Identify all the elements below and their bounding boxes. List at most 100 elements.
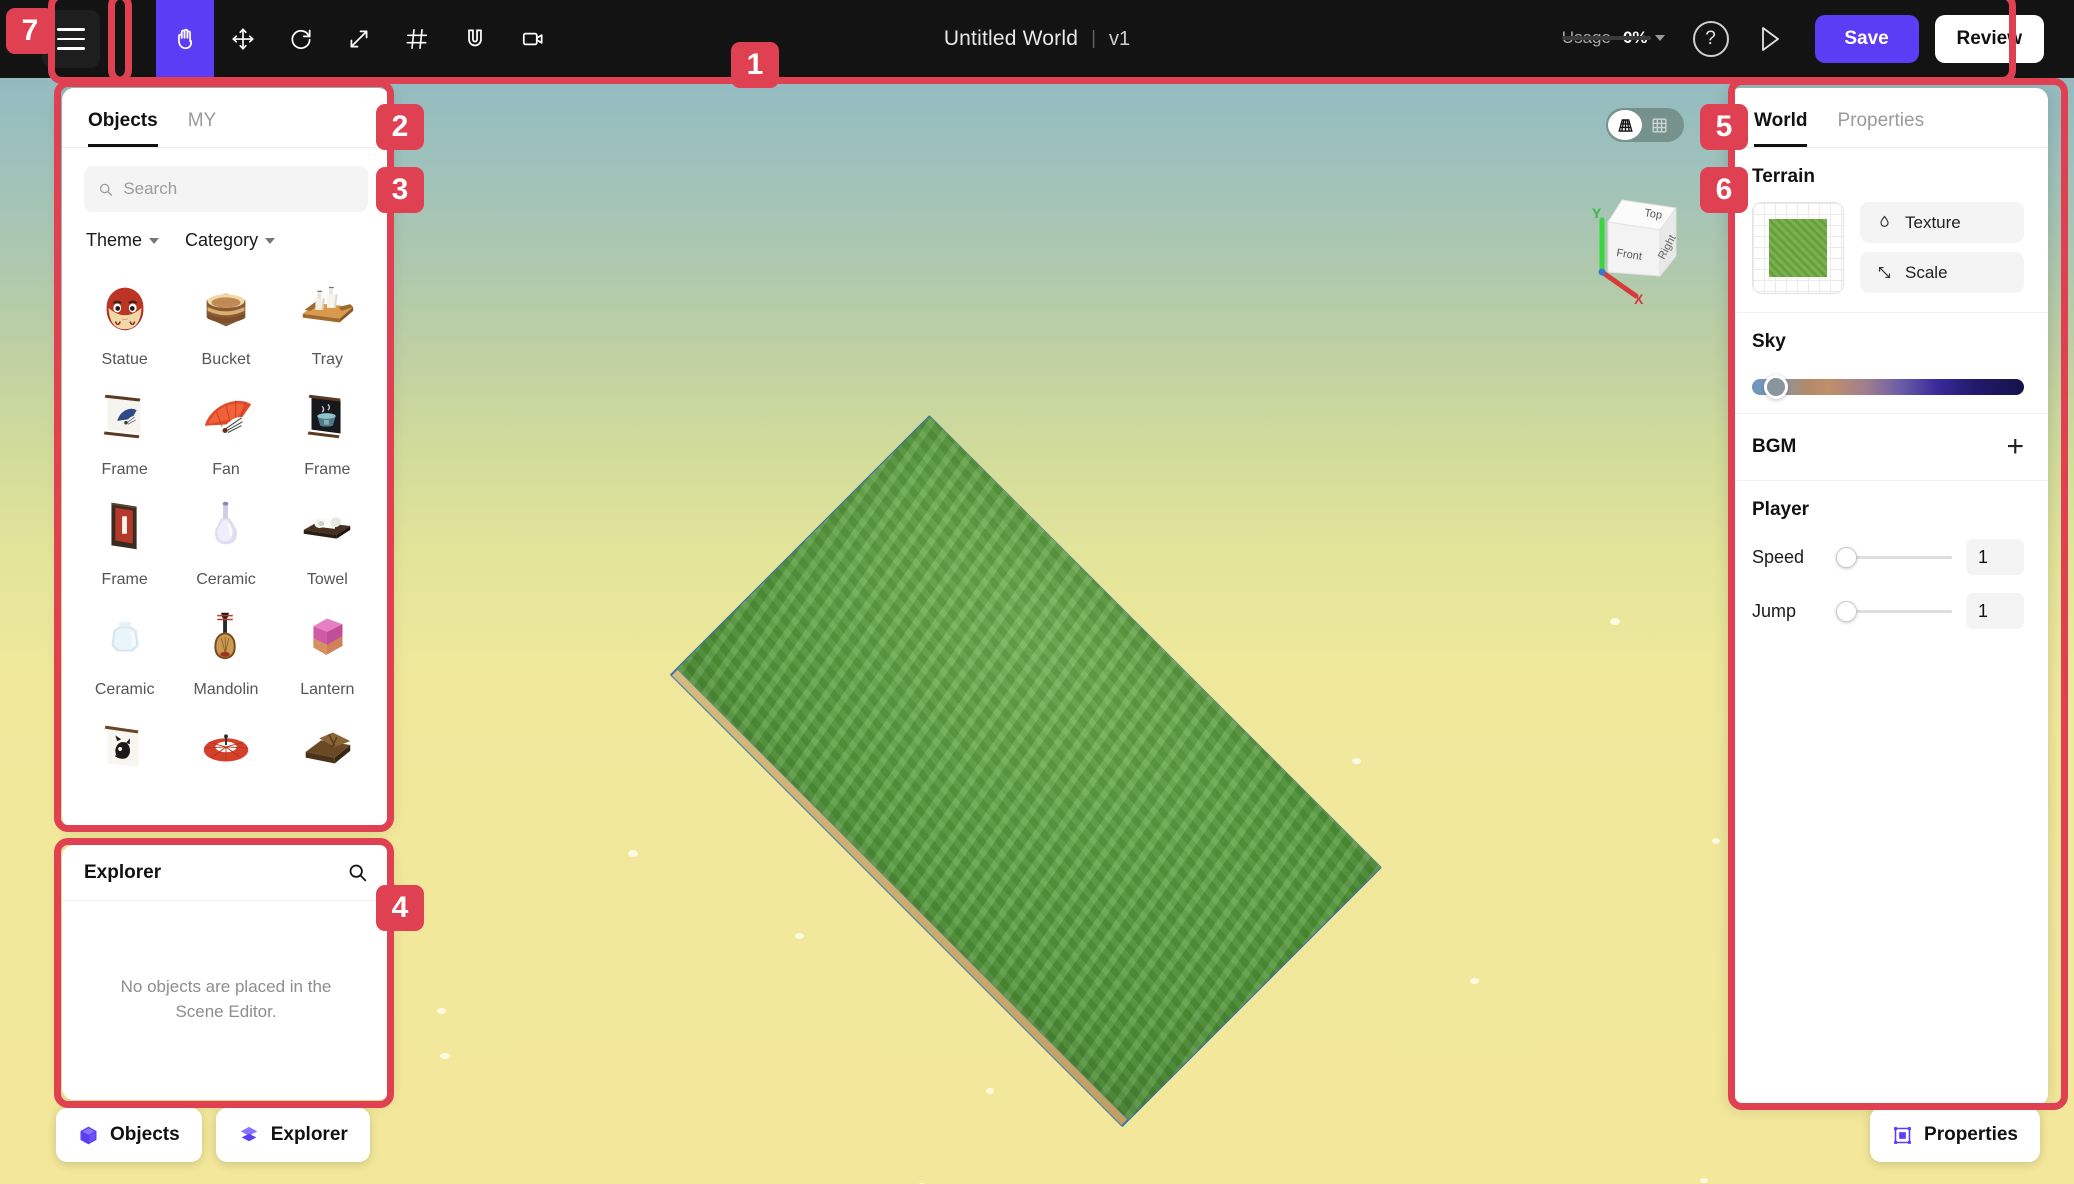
player-speed-knob[interactable]: [1836, 546, 1857, 568]
red-frame-thumbnail: [76, 485, 174, 567]
grid-tool-button[interactable]: [388, 0, 446, 78]
usage-meter[interactable]: Usage 0%: [1561, 28, 1665, 50]
terrain-color-swatch: [1769, 219, 1827, 277]
dock-explorer-label: Explorer: [270, 1124, 348, 1145]
object-item-label: Ceramic: [196, 571, 256, 588]
resize-arrow-icon: [1878, 266, 1891, 279]
object-item[interactable]: Frame: [277, 375, 378, 479]
particle: [1700, 1178, 1708, 1183]
chevron-down-icon: [149, 237, 160, 244]
camera-tool-button[interactable]: [504, 0, 562, 78]
chevron-down-icon[interactable]: [1654, 35, 1665, 41]
object-item[interactable]: [74, 705, 175, 787]
scroll-fan-thumbnail: [76, 375, 174, 457]
save-button[interactable]: Save: [1814, 15, 1919, 63]
dock-objects-button[interactable]: Objects: [56, 1108, 202, 1162]
tab-properties[interactable]: Properties: [1837, 110, 1924, 147]
flat-grid-icon[interactable]: [1642, 110, 1676, 140]
object-item-label: Frame: [101, 461, 148, 478]
object-item[interactable]: Towel: [277, 485, 378, 589]
help-button[interactable]: ?: [1692, 21, 1729, 57]
usage-progress-bar: [1561, 36, 1651, 40]
terrain-scale-button[interactable]: Scale: [1860, 252, 2024, 293]
scale-tool-button[interactable]: [330, 0, 388, 78]
object-item[interactable]: [277, 705, 378, 787]
tab-objects[interactable]: Objects: [88, 110, 158, 147]
plus-icon[interactable]: +: [2006, 432, 2024, 462]
objects-search-box[interactable]: [84, 166, 368, 212]
terrain-preview-thumbnail[interactable]: [1752, 202, 1844, 294]
view-mode-toggle[interactable]: [1606, 108, 1684, 142]
magnet-snap-tool-button[interactable]: [446, 0, 504, 78]
annotation-badge-3: 3: [376, 167, 424, 213]
world-properties-panel: World Properties Terrain Texture Scale S…: [1728, 88, 2048, 1106]
bottom-dock-right: Properties: [1870, 1108, 2040, 1162]
object-item-label: Frame: [304, 461, 351, 478]
tab-my[interactable]: MY: [188, 110, 217, 147]
properties-frame-icon: [1894, 1126, 1911, 1144]
player-section-title: Player: [1752, 499, 1810, 520]
dock-properties-button[interactable]: Properties: [1870, 1108, 2040, 1162]
towel-thumbnail: [278, 485, 376, 567]
terrain-texture-button[interactable]: Texture: [1860, 202, 2024, 243]
hand-tool-button[interactable]: [156, 0, 214, 78]
droplet-icon: [1880, 215, 1889, 227]
explorer-header: Explorer: [62, 845, 390, 901]
object-item[interactable]: Frame: [74, 375, 175, 479]
rotate-tool-button[interactable]: [272, 0, 330, 78]
player-jump-value[interactable]: 1: [1966, 593, 2024, 629]
perspective-grid-icon[interactable]: [1608, 110, 1642, 140]
bgm-section-title: BGM: [1752, 436, 1797, 457]
terrain-top-surface: [676, 415, 1382, 1121]
terrain-section-title: Terrain: [1752, 166, 1816, 187]
dock-properties-label: Properties: [1924, 1124, 2018, 1145]
tray-thumbnail: [278, 265, 376, 347]
player-speed-value[interactable]: 1: [1966, 539, 2024, 575]
object-item[interactable]: Ceramic: [74, 595, 175, 699]
object-item-label: Towel: [306, 571, 348, 588]
objects-tab-row: Objects MY: [62, 88, 390, 148]
annotation-badge-4: 4: [376, 885, 424, 931]
sky-slider-knob[interactable]: [1764, 375, 1789, 399]
title-separator: |: [1091, 28, 1097, 49]
objects-search-input[interactable]: [123, 179, 354, 199]
object-item[interactable]: [175, 705, 276, 787]
object-item[interactable]: Lantern: [277, 595, 378, 699]
play-preview-button[interactable]: [1751, 20, 1789, 58]
player-speed-label: Speed: [1752, 546, 1805, 567]
object-item[interactable]: Ceramic: [175, 485, 276, 589]
object-item-label: Lantern: [300, 681, 355, 698]
terrain-scale-label: Scale: [1905, 262, 1948, 282]
explorer-search-icon[interactable]: [347, 862, 368, 883]
tab-world[interactable]: World: [1754, 110, 1808, 147]
sky-section: Sky: [1728, 313, 2048, 414]
scroll-bowl-thumbnail: [278, 375, 376, 457]
topbar-right-controls: Usage 0% ? Save Review: [1561, 0, 2044, 78]
player-jump-knob[interactable]: [1836, 600, 1857, 622]
object-item-label: Tray: [311, 351, 344, 368]
player-speed-slider[interactable]: [1836, 546, 1952, 568]
player-jump-slider[interactable]: [1836, 600, 1952, 622]
review-button[interactable]: Review: [1934, 15, 2044, 63]
view-orientation-cube[interactable]: Top Front Right Y X: [1572, 188, 1704, 308]
move-tool-button[interactable]: [214, 0, 272, 78]
dock-explorer-button[interactable]: Explorer: [215, 1108, 370, 1162]
category-filter[interactable]: Category: [185, 230, 276, 251]
object-item-label: Mandolin: [193, 681, 259, 698]
explorer-panel: Explorer No objects are placed in the Sc…: [62, 845, 390, 1100]
object-item[interactable]: Statue: [74, 265, 175, 369]
object-item[interactable]: Mandolin: [175, 595, 276, 699]
top-toolbar: Untitled World | v1 Usage 0% ? Save Revi…: [0, 0, 2074, 78]
player-speed-row: Speed 1: [1752, 539, 2024, 575]
particle: [1610, 618, 1620, 625]
object-item[interactable]: Tray: [277, 265, 378, 369]
terrain-section: Terrain Texture Scale: [1728, 148, 2048, 313]
terrain-plane[interactable]: [576, 415, 1482, 1128]
lantern-thumbnail: [278, 595, 376, 677]
object-item[interactable]: Fan: [175, 375, 276, 479]
sky-time-slider[interactable]: [1752, 375, 2024, 399]
theme-filter[interactable]: Theme: [86, 230, 160, 251]
object-item[interactable]: Bucket: [175, 265, 276, 369]
world-version-label: v1: [1109, 27, 1131, 50]
object-item[interactable]: Frame: [74, 485, 175, 589]
